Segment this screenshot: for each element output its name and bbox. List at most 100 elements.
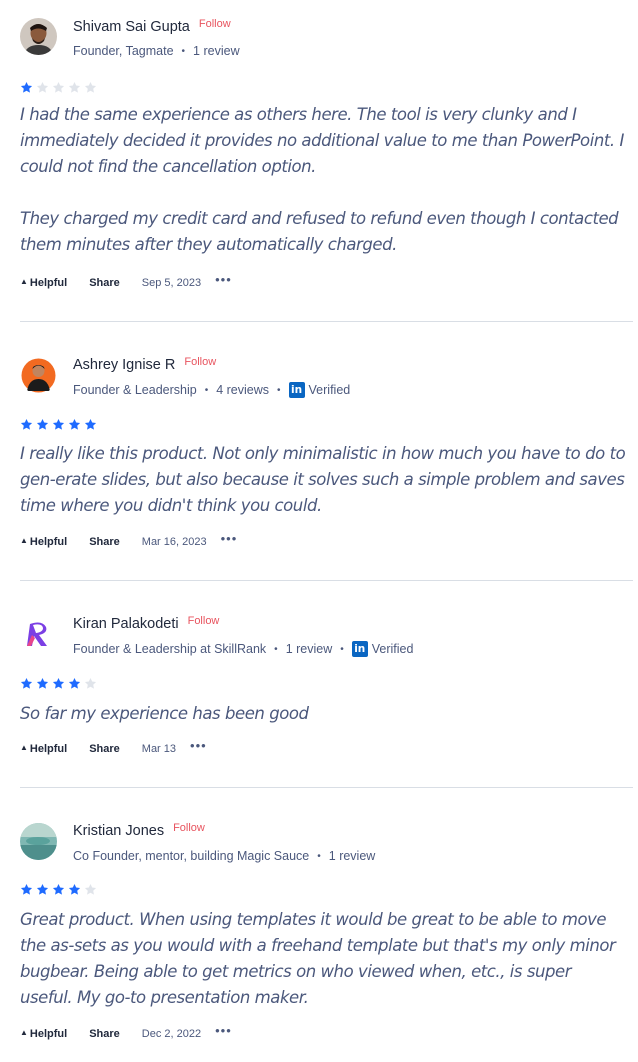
reviewer-meta: Founder, Tagmate • 1 review bbox=[73, 44, 240, 58]
reviewer-name[interactable]: Kristian Jones bbox=[73, 823, 164, 839]
review-actions: ▲ Helpful Share Dec 2, 2022 ••• bbox=[20, 1023, 232, 1041]
reviewer-name-row: Kristian Jones Follow bbox=[73, 822, 205, 839]
helpful-button[interactable]: ▲ Helpful bbox=[20, 277, 67, 289]
star-rating bbox=[20, 418, 97, 431]
reviewer-name[interactable]: Ashrey Ignise R bbox=[73, 357, 175, 373]
avatar[interactable] bbox=[20, 18, 57, 55]
reviewer-meta: Founder & Leadership at SkillRank • 1 re… bbox=[73, 641, 413, 657]
reviewer-meta: Founder & Leadership • 4 reviews • in Ve… bbox=[73, 382, 350, 398]
review-paragraph: I had the same experience as others here… bbox=[20, 105, 629, 176]
review-text: So far my experience has been good bbox=[20, 701, 628, 727]
review-actions: ▲ Helpful Share Mar 13 ••• bbox=[20, 738, 207, 756]
star-filled-icon bbox=[68, 677, 81, 690]
more-dots-icon[interactable]: ••• bbox=[215, 272, 232, 287]
star-filled-icon bbox=[20, 81, 33, 94]
helpful-button[interactable]: ▲ Helpful bbox=[20, 536, 67, 548]
star-filled-icon bbox=[20, 883, 33, 896]
follow-button[interactable]: Follow bbox=[188, 615, 220, 627]
star-empty-icon bbox=[84, 883, 97, 896]
separator-dot: • bbox=[204, 384, 209, 396]
review-count[interactable]: 4 reviews bbox=[216, 383, 269, 397]
review-actions: ▲ Helpful Share Mar 16, 2023 ••• bbox=[20, 531, 238, 549]
avatar[interactable] bbox=[20, 357, 57, 394]
reviewer-meta: Co Founder, mentor, building Magic Sauce… bbox=[73, 849, 375, 863]
review-text: Great product. When using templates it w… bbox=[20, 907, 628, 1011]
divider bbox=[20, 580, 633, 581]
review-count[interactable]: 1 review bbox=[286, 642, 333, 656]
reviewer-name-row: Kiran Palakodeti Follow bbox=[73, 615, 220, 632]
review-count[interactable]: 1 review bbox=[329, 849, 376, 863]
helpful-button[interactable]: ▲ Helpful bbox=[20, 1028, 67, 1040]
share-button[interactable]: Share bbox=[89, 536, 120, 548]
upvote-triangle-icon: ▲ bbox=[20, 1028, 28, 1037]
star-rating bbox=[20, 883, 97, 896]
star-rating bbox=[20, 81, 97, 94]
reviewer-title: Founder & Leadership at SkillRank bbox=[73, 642, 267, 656]
review-paragraph: Great product. When using templates it w… bbox=[20, 910, 621, 1007]
linkedin-icon: in bbox=[351, 641, 368, 657]
reviewer-title: Founder, Tagmate bbox=[73, 44, 174, 58]
reviewer-title: Co Founder, mentor, building Magic Sauce bbox=[73, 849, 310, 863]
more-dots-icon[interactable]: ••• bbox=[190, 738, 207, 753]
avatar[interactable] bbox=[20, 616, 57, 653]
follow-button[interactable]: Follow bbox=[173, 822, 205, 834]
star-empty-icon bbox=[36, 81, 49, 94]
helpful-button[interactable]: ▲ Helpful bbox=[20, 743, 67, 755]
divider bbox=[20, 787, 633, 788]
reviewer-name[interactable]: Shivam Sai Gupta bbox=[73, 19, 190, 35]
linkedin-icon: in bbox=[288, 382, 305, 398]
verified-label: Verified bbox=[371, 642, 414, 656]
upvote-triangle-icon: ▲ bbox=[20, 536, 28, 545]
helpful-label: Helpful bbox=[29, 535, 68, 548]
review-paragraph: So far my experience has been good bbox=[20, 704, 309, 723]
star-rating bbox=[20, 677, 97, 690]
review-paragraph: I really like this product. Not only min… bbox=[20, 444, 631, 515]
star-filled-icon bbox=[36, 883, 49, 896]
avatar[interactable] bbox=[20, 823, 57, 860]
separator-dot: • bbox=[277, 384, 281, 396]
star-filled-icon bbox=[68, 418, 81, 431]
review-text: I really like this product. Not only min… bbox=[20, 441, 628, 519]
star-empty-icon bbox=[52, 81, 65, 94]
separator-dot: • bbox=[340, 643, 344, 655]
reviewer-name-row: Shivam Sai Gupta Follow bbox=[73, 18, 231, 35]
reviewer-title: Founder & Leadership bbox=[73, 383, 197, 397]
review-paragraph: They charged my credit card and refused … bbox=[20, 209, 624, 254]
divider bbox=[20, 321, 633, 322]
follow-button[interactable]: Follow bbox=[184, 356, 216, 368]
separator-dot: • bbox=[274, 643, 278, 655]
review-date: Dec 2, 2022 bbox=[141, 1027, 202, 1040]
star-empty-icon bbox=[84, 677, 97, 690]
share-button[interactable]: Share bbox=[89, 1028, 120, 1040]
review-count[interactable]: 1 review bbox=[193, 44, 240, 58]
review-date: Mar 13 bbox=[141, 742, 177, 755]
review-date: Mar 16, 2023 bbox=[141, 535, 207, 548]
verified-label: Verified bbox=[308, 383, 351, 397]
helpful-label: Helpful bbox=[29, 1027, 68, 1040]
helpful-label: Helpful bbox=[29, 742, 68, 755]
star-filled-icon bbox=[84, 418, 97, 431]
star-filled-icon bbox=[36, 418, 49, 431]
star-empty-icon bbox=[68, 81, 81, 94]
share-button[interactable]: Share bbox=[89, 277, 120, 289]
share-button[interactable]: Share bbox=[89, 743, 120, 755]
star-empty-icon bbox=[84, 81, 97, 94]
separator-dot: • bbox=[181, 45, 186, 57]
helpful-label: Helpful bbox=[29, 276, 68, 289]
star-filled-icon bbox=[52, 677, 65, 690]
follow-button[interactable]: Follow bbox=[199, 18, 231, 30]
upvote-triangle-icon: ▲ bbox=[20, 277, 28, 286]
more-dots-icon[interactable]: ••• bbox=[221, 531, 238, 546]
upvote-triangle-icon: ▲ bbox=[20, 743, 28, 752]
review-text: I had the same experience as others here… bbox=[20, 102, 628, 258]
star-filled-icon bbox=[52, 883, 65, 896]
reviewer-name[interactable]: Kiran Palakodeti bbox=[73, 616, 179, 632]
star-filled-icon bbox=[20, 677, 33, 690]
review-date: Sep 5, 2023 bbox=[141, 276, 202, 289]
more-dots-icon[interactable]: ••• bbox=[215, 1023, 232, 1038]
review-actions: ▲ Helpful Share Sep 5, 2023 ••• bbox=[20, 272, 232, 290]
star-filled-icon bbox=[52, 418, 65, 431]
star-filled-icon bbox=[20, 418, 33, 431]
star-filled-icon bbox=[36, 677, 49, 690]
